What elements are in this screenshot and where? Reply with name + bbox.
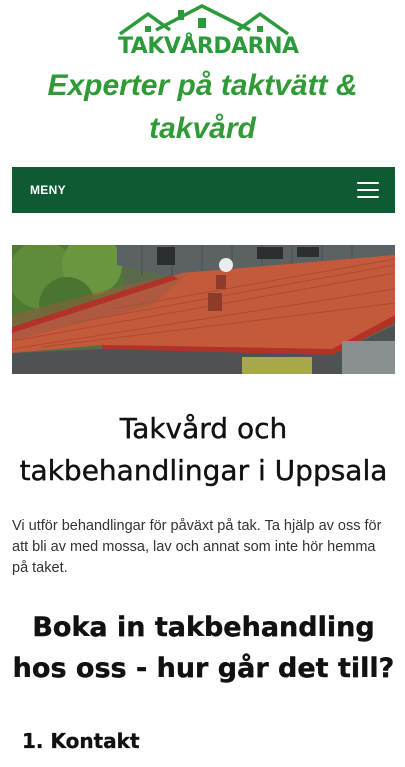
house-roofs-icon xyxy=(118,4,290,36)
logo-text: TAKVÅRDARNA xyxy=(118,34,299,59)
tile-roof-photo xyxy=(12,245,395,374)
intro-paragraph: Vi utför behandlingar för påväxt på tak.… xyxy=(12,518,382,576)
hero-roof-image xyxy=(12,245,395,374)
site-logo[interactable]: TAKVÅRDARNA xyxy=(118,4,299,62)
booking-heading: Boka in takbehandling hos oss - hur går … xyxy=(12,612,395,684)
main-nav-bar[interactable]: MENY xyxy=(12,167,395,213)
step-contact-heading: 1. Kontakt xyxy=(22,729,140,753)
menu-label[interactable]: MENY xyxy=(30,183,66,197)
page-title: Takvård och takbehandlingar i Uppsala xyxy=(19,412,388,487)
site-tagline: Experter på taktvätt & takvård xyxy=(47,69,358,145)
hamburger-menu-icon[interactable] xyxy=(357,182,379,198)
